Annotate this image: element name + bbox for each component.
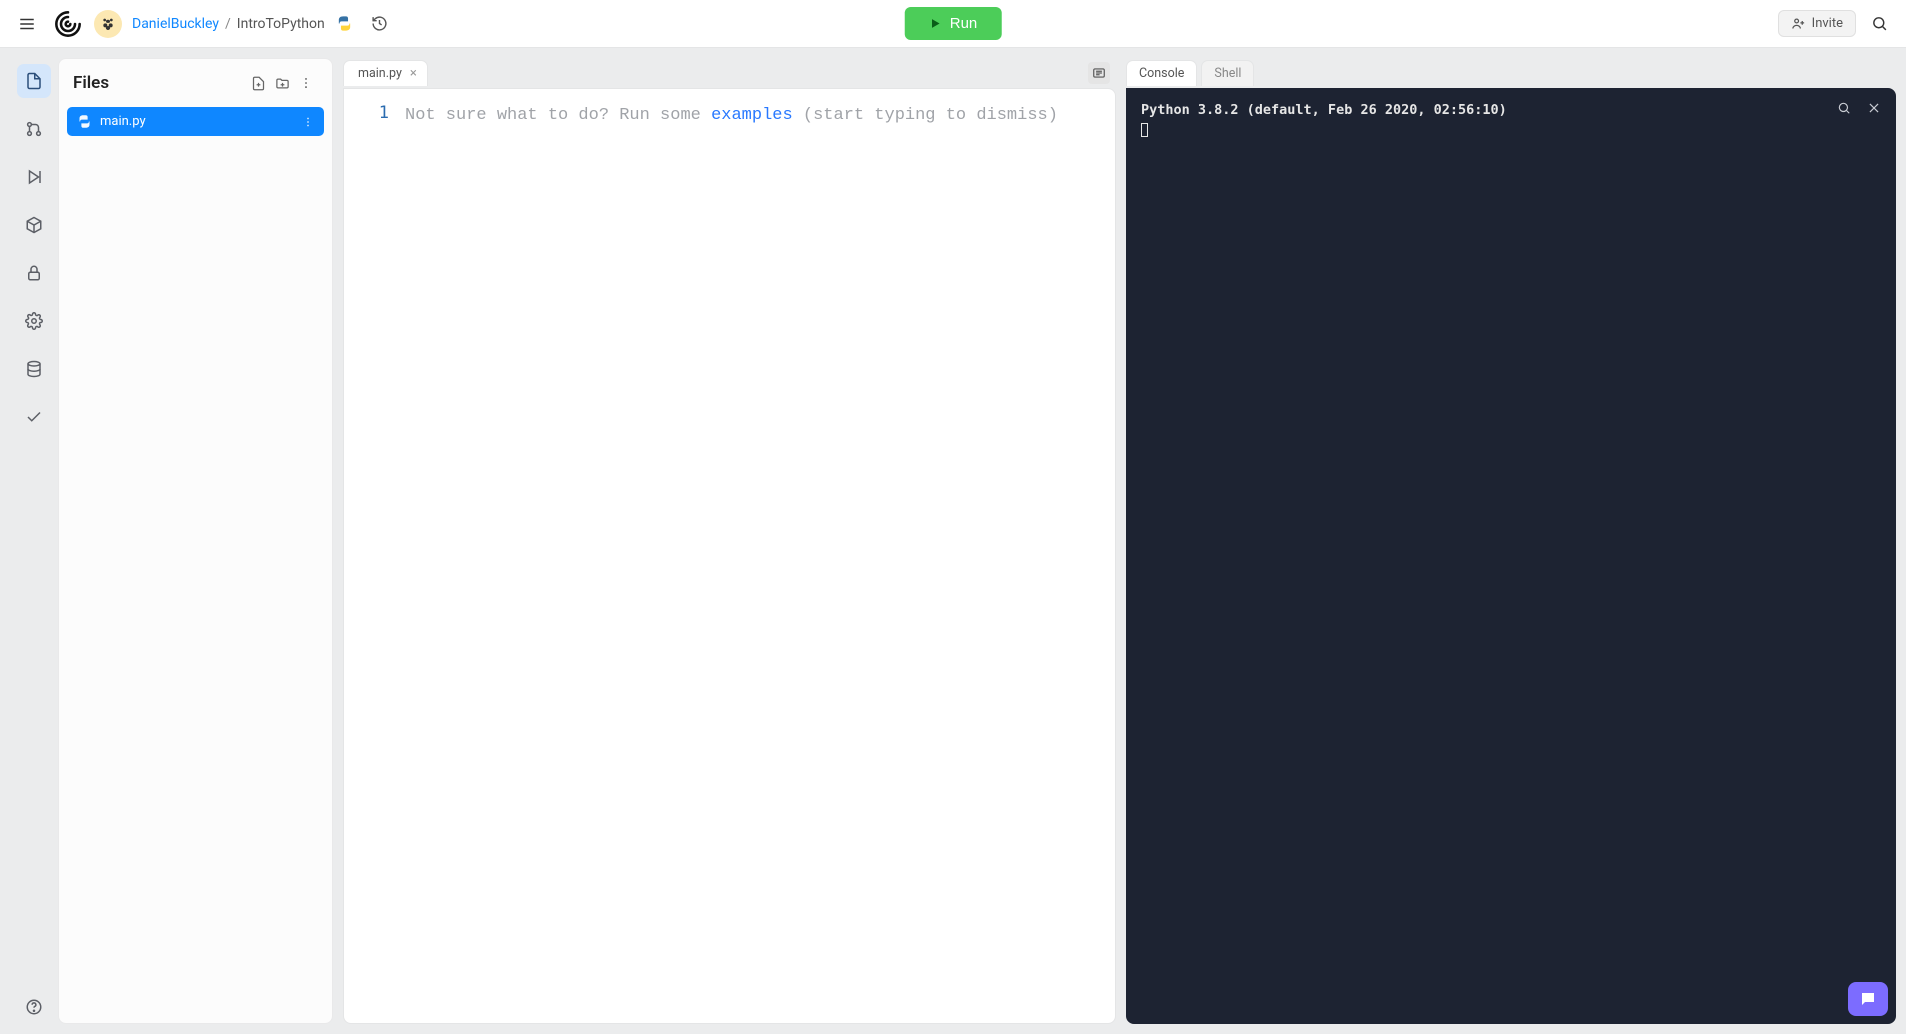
breadcrumb: DanielBuckley / IntroToPython xyxy=(132,16,325,32)
console-output-line: Python 3.8.2 (default, Feb 26 2020, 02:5… xyxy=(1141,101,1881,121)
file-item-main-py[interactable]: main.py xyxy=(67,107,324,136)
console-body[interactable]: Python 3.8.2 (default, Feb 26 2020, 02:5… xyxy=(1126,88,1896,1024)
user-avatar[interactable] xyxy=(94,10,122,38)
invite-button[interactable]: Invite xyxy=(1778,10,1856,37)
console-tab[interactable]: Console xyxy=(1126,60,1197,86)
file-item-more-icon[interactable] xyxy=(302,116,314,128)
files-more-icon[interactable] xyxy=(294,71,318,95)
breadcrumb-repl-name[interactable]: IntroToPython xyxy=(237,16,325,32)
close-tab-icon[interactable]: × xyxy=(410,66,417,81)
console-clear-icon[interactable] xyxy=(1863,97,1885,119)
shell-tab-label: Shell xyxy=(1214,66,1241,81)
placeholder-post: (start typing to dismiss) xyxy=(793,106,1058,125)
rail-settings-icon[interactable] xyxy=(17,304,51,338)
replit-logo-icon[interactable] xyxy=(52,8,84,40)
editor-tabs: main.py × xyxy=(343,58,1116,88)
rail-version-control-icon[interactable] xyxy=(17,112,51,146)
console-tab-label: Console xyxy=(1139,66,1184,81)
search-icon[interactable] xyxy=(1864,9,1894,39)
editor-tab-main-py[interactable]: main.py × xyxy=(343,60,428,86)
chat-fab-icon[interactable] xyxy=(1848,982,1888,1016)
app-header: DanielBuckley / IntroToPython Run Invite xyxy=(0,0,1906,48)
history-icon[interactable] xyxy=(365,9,395,39)
console-prompt xyxy=(1141,121,1881,141)
breadcrumb-user-link[interactable]: DanielBuckley xyxy=(132,16,219,32)
files-title: Files xyxy=(73,73,246,93)
rail-debugger-icon[interactable] xyxy=(17,160,51,194)
rail-packages-icon[interactable] xyxy=(17,208,51,242)
console-tabs: Console Shell xyxy=(1126,58,1896,88)
editor-panel: main.py × 1 Not sure what to do? Run som… xyxy=(343,58,1116,1024)
run-button[interactable]: Run xyxy=(905,7,1002,40)
line-number: 1 xyxy=(344,103,389,123)
console-search-icon[interactable] xyxy=(1833,97,1855,119)
editor-tab-label: main.py xyxy=(358,66,402,81)
markdown-toggle-icon[interactable] xyxy=(1088,62,1110,84)
new-folder-icon[interactable] xyxy=(270,71,294,95)
placeholder-pre: Not sure what to do? Run some xyxy=(405,106,711,125)
left-rail xyxy=(10,58,58,1024)
files-panel: Files main.py xyxy=(58,58,333,1024)
shell-tab[interactable]: Shell xyxy=(1201,60,1254,86)
rail-help-icon[interactable] xyxy=(17,990,51,1024)
editor-body[interactable]: 1 Not sure what to do? Run some examples… xyxy=(343,88,1116,1024)
header-right: Invite xyxy=(1778,9,1894,39)
breadcrumb-separator: / xyxy=(225,16,231,32)
console-actions xyxy=(1833,97,1885,119)
rail-database-icon[interactable] xyxy=(17,352,51,386)
rail-files-icon[interactable] xyxy=(17,64,51,98)
hamburger-menu-icon[interactable] xyxy=(12,9,42,39)
rail-secrets-icon[interactable] xyxy=(17,256,51,290)
rail-tests-icon[interactable] xyxy=(17,400,51,434)
invite-button-label: Invite xyxy=(1812,16,1843,31)
run-button-label: Run xyxy=(950,15,978,32)
main-area: Files main.py main.py × xyxy=(0,48,1906,1034)
code-area[interactable]: Not sure what to do? Run some examples (… xyxy=(399,89,1115,1023)
new-file-icon[interactable] xyxy=(246,71,270,95)
console-panel: Console Shell Python 3.8.2 (default, Feb… xyxy=(1126,58,1896,1024)
python-icon xyxy=(335,14,355,34)
file-item-label: main.py xyxy=(100,114,146,129)
editor-gutter: 1 xyxy=(344,89,399,1023)
header-left: DanielBuckley / IntroToPython xyxy=(12,8,395,40)
files-header: Files xyxy=(59,59,332,107)
python-file-icon xyxy=(77,114,92,129)
examples-link[interactable]: examples xyxy=(711,106,793,125)
